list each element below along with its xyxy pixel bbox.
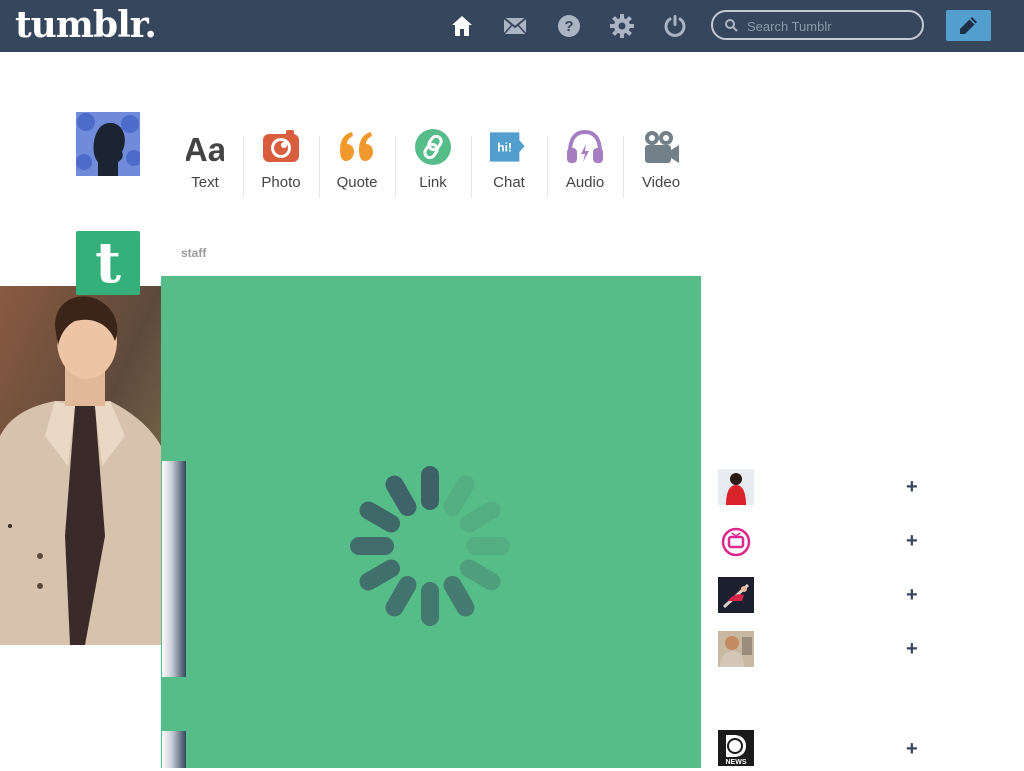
follow-button[interactable]: + — [906, 583, 918, 607]
spinner-spoke — [350, 537, 394, 555]
post-type-label: Chat — [493, 174, 525, 191]
post-type-audio[interactable]: Audio — [547, 128, 623, 198]
post-type-label: Audio — [565, 174, 605, 191]
svg-text:hi!: hi! — [497, 140, 512, 154]
recommended-follow-row: + — [718, 523, 928, 559]
headphones-icon — [566, 128, 604, 166]
recommended-fade — [162, 569, 186, 623]
follow-button[interactable]: + — [906, 475, 918, 499]
compose-button[interactable] — [946, 10, 991, 41]
chat-icon: hi! — [490, 128, 528, 166]
post-author-name[interactable]: staff — [181, 246, 206, 260]
post-type-link[interactable]: Link — [395, 128, 471, 198]
home-icon[interactable] — [450, 14, 474, 38]
recommended-follow-row: + — [718, 731, 928, 767]
spinner-spoke — [421, 582, 439, 626]
tumblr-logo[interactable]: tumblr. — [15, 4, 157, 46]
user-avatar[interactable] — [76, 112, 140, 176]
recommended-fade — [162, 515, 186, 569]
search-box — [711, 10, 924, 40]
link-icon — [414, 128, 452, 166]
search-icon — [725, 19, 738, 32]
pencil-icon — [960, 17, 977, 34]
svg-text:?: ? — [564, 18, 573, 35]
recommended-follow-row: + — [718, 631, 928, 667]
follow-button[interactable]: + — [906, 737, 918, 761]
post-type-label: Photo — [261, 174, 301, 191]
help-icon[interactable]: ? — [557, 14, 581, 38]
recommended-follow-row: + — [718, 577, 928, 613]
spinner-spoke — [421, 466, 439, 510]
top-navigation-bar: tumblr. ? — [0, 0, 1024, 52]
staff-avatar[interactable]: t — [76, 231, 140, 295]
side-photo — [0, 286, 161, 645]
power-icon[interactable] — [663, 14, 687, 38]
mail-icon[interactable] — [503, 14, 527, 38]
post-type-label: Text — [191, 174, 219, 191]
post-type-quote[interactable]: Quote — [319, 128, 395, 198]
post-type-video[interactable]: Video — [623, 128, 699, 198]
video-camera-icon — [642, 128, 680, 166]
post-type-photo[interactable]: Photo — [243, 128, 319, 198]
tumblr-t-icon: t — [95, 230, 121, 296]
quote-icon — [338, 128, 376, 166]
text-icon: Aa — [184, 128, 227, 168]
post-type-chat[interactable]: hi! Chat — [471, 128, 547, 198]
post-type-label: Link — [419, 174, 447, 191]
recommended-follow-row: + — [718, 469, 928, 505]
post-type-label: Video — [641, 174, 681, 191]
camera-icon — [262, 128, 300, 166]
follow-button[interactable]: + — [906, 529, 918, 553]
spinner-spoke — [466, 537, 510, 555]
post-card — [161, 276, 701, 768]
post-type-label: Quote — [336, 174, 378, 191]
loading-spinner-icon — [350, 466, 510, 626]
post-type-text[interactable]: Aa Text — [167, 128, 243, 198]
recommended-fade — [162, 461, 186, 515]
svg-text:Aa: Aa — [186, 131, 224, 166]
search-input[interactable] — [745, 15, 919, 37]
follow-button[interactable]: + — [906, 637, 918, 661]
gear-icon[interactable] — [610, 14, 634, 38]
recommended-fade — [162, 623, 186, 677]
recommended-fade — [162, 731, 186, 768]
